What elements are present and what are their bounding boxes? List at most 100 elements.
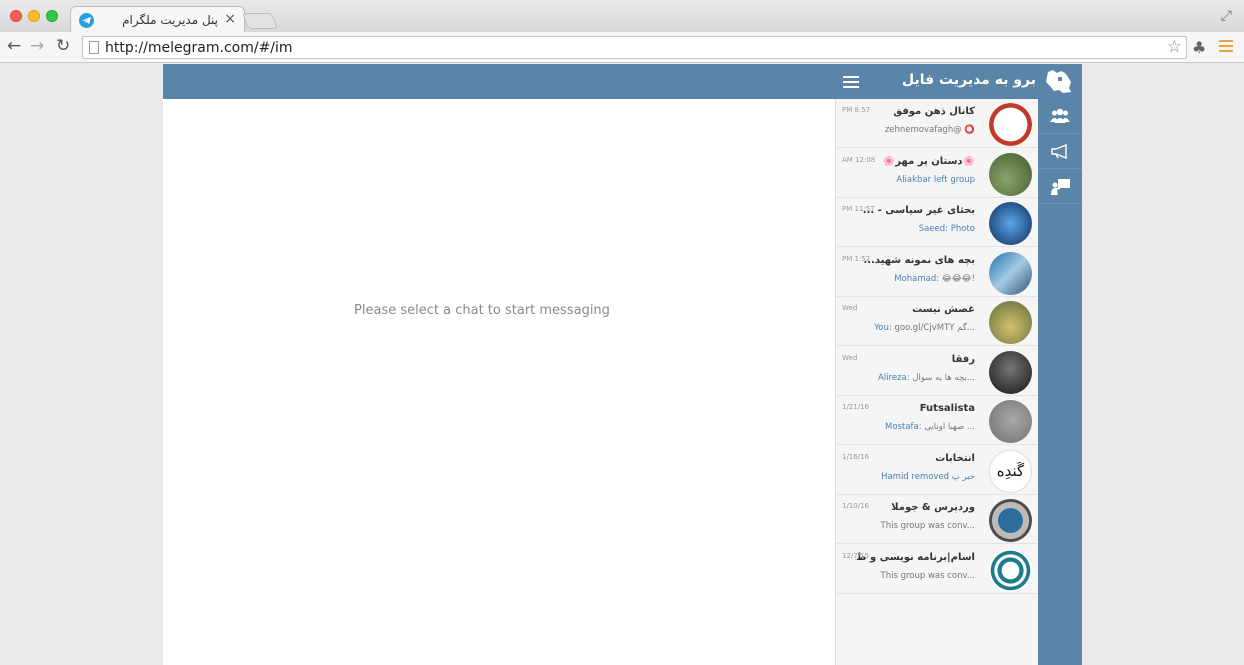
chat-item[interactable]: آسام|برنامه نویسی و ط... 12/7/15 This grou…: [836, 545, 1039, 594]
contacts-button[interactable]: [1038, 99, 1082, 134]
chat-item[interactable]: کانال ذهن موفق PM 8:57 zehnemovafagh@ ⭕: [836, 99, 1039, 148]
chat-name: انتخابات: [935, 452, 975, 464]
chat-last-message: This group was conv...: [881, 521, 976, 531]
chat-last-message: This group was conv...: [881, 571, 976, 581]
address-bar[interactable]: http://melegram.com/#/im ☆: [82, 36, 1187, 59]
chat-avatar: [989, 499, 1032, 542]
app-header: برو به مدیریت فایل: [163, 64, 1082, 99]
chat-last-message: Saeed: Photo: [919, 224, 975, 234]
message-text: Photo: [948, 224, 975, 234]
melegram-app: برو به مدیریت فایل Please select a chat …: [163, 64, 1082, 665]
message-text: zehnemovafagh@ ⭕: [884, 125, 975, 135]
chat-name: بحثای غیر سیاسی - ...: [862, 205, 975, 216]
message-author: Saeed:: [918, 224, 949, 234]
message-text: This group was conv...: [880, 570, 976, 581]
message-author: You:: [874, 323, 892, 333]
chat-avatar: [989, 301, 1032, 344]
message-author: Mostafa:: [885, 422, 922, 432]
chat-time: Wed: [842, 304, 858, 312]
chat-item[interactable]: گَندِه انتخابات 1/16/16 Hamid removed خبر پ: [836, 446, 1039, 495]
extension-icon[interactable]: ♣: [1192, 38, 1206, 57]
chat-avatar: گَندِه: [989, 449, 1032, 493]
browser-tab[interactable]: پنل مدیریت ملگرام ×: [70, 6, 245, 33]
chat-name: آسام|برنامه نویسی و ط...: [855, 551, 975, 563]
chat-name: رفقا: [951, 353, 975, 365]
chat-avatar: [989, 202, 1032, 245]
reload-icon[interactable]: ↻: [56, 36, 70, 56]
url-text[interactable]: http://melegram.com/#/im: [105, 40, 293, 56]
chat-item[interactable]: بچه های نمونه شهید... PM 1:52 Mohamad: 😂😂😂…: [836, 248, 1039, 297]
chat-item[interactable]: بحثای غیر سیاسی - ... PM 11:57 Saeed: Phot…: [836, 198, 1039, 247]
chat-avatar: [989, 350, 1032, 394]
chat-last-message: You: goo.gl/CjvMTY گم...: [874, 323, 975, 333]
chat-time: PM 11:57: [842, 205, 875, 213]
chat-list: کانال ذهن موفق PM 8:57 zehnemovafagh@ ⭕ 🌸دس…: [835, 99, 1039, 665]
new-tab-button[interactable]: [242, 13, 278, 29]
chat-item[interactable]: رفقا Wed Alireza: بچه ها یه سوال...: [836, 347, 1039, 396]
message-text: بچه ها یه سوال...: [909, 372, 975, 383]
message-text: Hamid removed خبر پ: [881, 471, 975, 482]
page-icon: [89, 41, 99, 54]
chat-name: وردپرس & جوملا: [891, 502, 975, 513]
chat-item[interactable]: 🌸دستان پر مهر🌸 AM 12:08 Aliakbar left grou…: [836, 149, 1039, 198]
chat-time: 12/7/15: [842, 551, 869, 560]
chat-time: PM 8:57: [842, 106, 871, 114]
chat-last-message: Mohamad: 😂😂😂!: [894, 274, 975, 284]
chat-time: 1/16/16: [842, 452, 869, 461]
message-text: صهبا اونایی ...: [921, 422, 975, 432]
close-window-button[interactable]: [10, 10, 22, 22]
browser-toolbar: ← → ↻ http://melegram.com/#/im ☆ ♣: [0, 32, 1244, 63]
chat-name: غصش نیست: [912, 304, 975, 315]
iran-map-logo-icon: [1044, 68, 1072, 94]
forward-arrow-icon[interactable]: →: [30, 36, 44, 56]
tab-title: پنل مدیریت ملگرام: [122, 13, 218, 27]
chat-name: بچه های نمونه شهید...: [863, 254, 975, 266]
chat-avatar: [989, 103, 1032, 146]
chat-time: 1/21/16: [842, 403, 869, 411]
chat-last-message: zehnemovafagh@ ⭕: [885, 125, 975, 135]
message-text: goo.gl/CjvMTY گم...: [891, 323, 975, 333]
chat-time: PM 1:52: [842, 254, 871, 263]
telegram-icon: [79, 13, 94, 28]
message-text: 😂😂😂!: [939, 273, 975, 284]
zoom-window-button[interactable]: [46, 10, 58, 22]
megaphone-icon: [1051, 143, 1067, 160]
chat-item[interactable]: Futsalista 1/21/16 Mostafa: صهبا اونایی ..…: [836, 396, 1039, 445]
back-arrow-icon[interactable]: ←: [7, 36, 21, 56]
chat-last-message: Mostafa: صهبا اونایی ...: [885, 422, 975, 432]
tab-close-icon[interactable]: ×: [224, 11, 236, 27]
chat-time: AM 12:08: [842, 155, 876, 164]
presentation-icon: [1051, 179, 1070, 195]
presentation-button[interactable]: [1038, 169, 1082, 204]
fullscreen-icon[interactable]: ⤢: [1221, 8, 1232, 24]
chat-avatar: [989, 548, 1032, 592]
browser-menu-icon[interactable]: [1219, 40, 1233, 55]
chat-last-message: Hamid removed خبر پ: [881, 472, 975, 482]
chat-item[interactable]: وردپرس & جوملا 1/10/16 This group was conv…: [836, 495, 1039, 544]
chat-name: کانال ذهن موفق: [893, 106, 975, 117]
chat-avatar: [989, 400, 1032, 443]
message-author: Mohamad:: [894, 273, 940, 284]
message-text: Aliakbar left group: [896, 174, 975, 185]
side-nav: [1038, 99, 1082, 665]
message-text: This group was conv...: [880, 521, 976, 531]
chat-time: Wed: [842, 353, 858, 362]
messages-area: Please select a chat to start messaging: [163, 99, 835, 665]
app-title[interactable]: برو به مدیریت فایل: [902, 72, 1036, 88]
browser-tab-bar: پنل مدیریت ملگرام × ⤢: [0, 0, 1244, 33]
broadcast-button[interactable]: [1038, 134, 1082, 169]
chat-item[interactable]: غصش نیست Wed You: goo.gl/CjvMTY گم...: [836, 297, 1039, 346]
chat-name: Futsalista: [919, 403, 975, 414]
message-author: Alireza:: [878, 372, 910, 383]
chat-last-message: Alireza: بچه ها یه سوال...: [878, 373, 975, 383]
hamburger-menu-icon[interactable]: [843, 76, 859, 91]
chat-avatar: [989, 152, 1032, 196]
chat-time: 1/10/16: [842, 502, 869, 510]
chat-last-message: Aliakbar left group: [896, 175, 975, 185]
bookmark-star-icon[interactable]: ☆: [1167, 37, 1182, 57]
chat-name: 🌸دستان پر مهر🌸: [882, 155, 975, 167]
contacts-icon: [1050, 108, 1070, 123]
chat-avatar: [989, 251, 1032, 295]
empty-state-text: Please select a chat to start messaging: [354, 303, 610, 318]
minimize-window-button[interactable]: [28, 10, 40, 22]
